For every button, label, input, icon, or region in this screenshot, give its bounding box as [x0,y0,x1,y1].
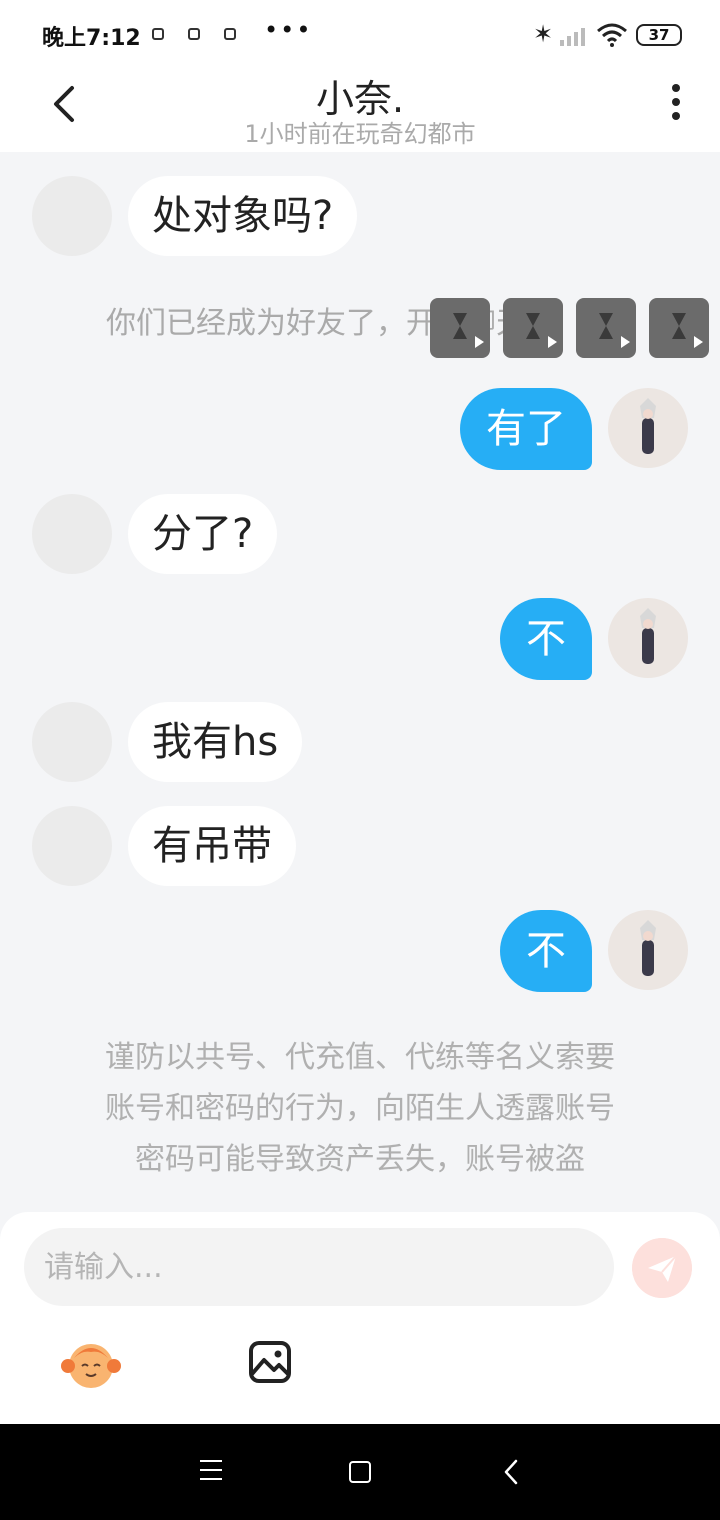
home-icon[interactable] [349,1461,371,1483]
contact-avatar[interactable] [32,806,112,886]
incoming-message[interactable]: 分了? [128,494,278,574]
hourglass-icon[interactable] [430,298,490,358]
status-time: 晚上7:12 [42,26,141,51]
emoji-sticker-icon[interactable] [60,1336,122,1390]
bluetooth-icon: ✶ [533,20,554,48]
my-avatar[interactable] [608,388,688,468]
warning-line: 账号和密码的行为，向陌生人透露账号 [105,1091,615,1126]
incoming-message[interactable]: 有吊带 [128,806,296,886]
outgoing-message[interactable]: 不 [500,598,592,680]
contact-avatar[interactable] [32,494,112,574]
incoming-message[interactable]: 处对象吗? [128,176,358,256]
hourglass-icon[interactable] [576,298,636,358]
battery-icon: 37 [636,24,682,46]
nav-back-icon[interactable] [500,1458,524,1486]
security-warning: 谨防以共号、代充值、代练等名义索要 账号和密码的行为，向陌生人透露账号 密码可能… [0,1032,720,1185]
send-icon[interactable] [632,1238,692,1298]
my-avatar[interactable] [608,910,688,990]
signal-icon [560,28,585,46]
wifi-icon [597,23,627,47]
hourglass-icon[interactable] [503,298,563,358]
image-icon[interactable] [248,1340,292,1384]
contact-avatar[interactable] [32,176,112,256]
notification-icon [224,28,236,40]
warning-line: 谨防以共号、代充值、代练等名义索要 [105,1040,615,1075]
contact-avatar[interactable] [32,702,112,782]
message-input[interactable] [24,1228,614,1306]
my-avatar[interactable] [608,598,688,678]
status-bar: 晚上7:12 ••• ✶ 37 [0,0,720,68]
notification-icon [152,28,164,40]
outgoing-message[interactable]: 有了 [460,388,592,470]
contact-status: 1小时前在玩奇幻都市 [244,120,476,148]
input-panel [0,1212,720,1424]
warning-line: 密码可能导致资产丢失，账号被盗 [135,1142,585,1177]
more-notifications-icon: ••• [264,16,313,44]
outgoing-message[interactable]: 不 [500,910,592,992]
notification-icon [188,28,200,40]
incoming-message[interactable]: 我有hs [128,702,303,782]
system-nav-bar [0,1424,720,1520]
more-vertical-icon[interactable] [664,84,688,124]
menu-icon[interactable] [200,1460,222,1480]
chat-messages[interactable]: 处对象吗? 你们已经成为好友了，开始聊天吧 有了 分了? 不 我有hs 有吊带 … [0,152,720,1212]
chat-header: 小奈. 1小时前在玩奇幻都市 [0,68,720,152]
hourglass-icon[interactable] [649,298,709,358]
